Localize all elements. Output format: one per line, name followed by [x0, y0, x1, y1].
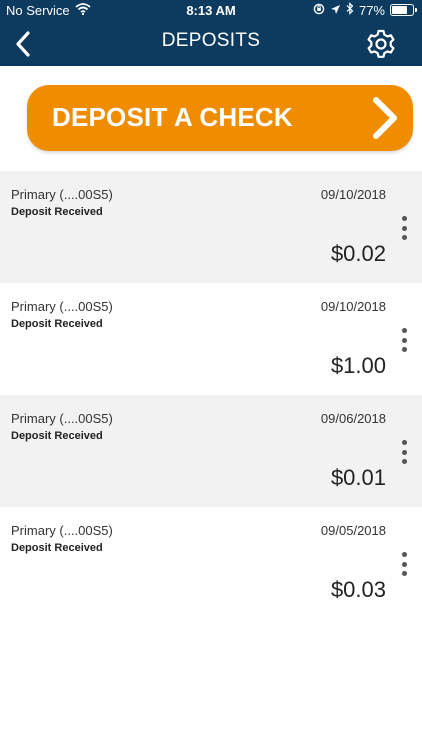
- nav-bar: DEPOSITS: [0, 22, 422, 66]
- more-options-icon[interactable]: [398, 552, 410, 576]
- deposit-amount: $0.02: [330, 241, 386, 266]
- gear-icon: [367, 29, 395, 58]
- deposit-check-button[interactable]: DEPOSIT A CHECK: [27, 85, 413, 151]
- location-arrow-icon: [330, 3, 341, 18]
- bluetooth-icon: [346, 2, 354, 18]
- deposit-list: Primary (....00S5) Deposit Received 09/1…: [0, 171, 422, 619]
- account-name: Primary (....00S5): [11, 187, 113, 202]
- deposit-row[interactable]: Primary (....00S5) Deposit Received 09/1…: [0, 171, 422, 283]
- status-bar: No Service 8:13 AM 77%: [0, 0, 422, 22]
- deposit-amount: $0.03: [330, 577, 386, 602]
- status-right: 77%: [313, 2, 417, 18]
- battery-icon: [390, 4, 417, 16]
- battery-level: [392, 6, 408, 14]
- settings-button[interactable]: [364, 27, 398, 61]
- deposit-status: Deposit Received: [11, 206, 103, 218]
- deposit-date: 09/05/2018: [320, 523, 386, 538]
- account-name: Primary (....00S5): [11, 411, 113, 426]
- battery-percent: 77%: [358, 2, 385, 18]
- deposit-date: 09/10/2018: [320, 299, 386, 314]
- deposit-row[interactable]: Primary (....00S5) Deposit Received 09/0…: [0, 395, 422, 507]
- chevron-right-icon: [373, 97, 397, 139]
- deposit-row[interactable]: Primary (....00S5) Deposit Received 09/1…: [0, 283, 422, 395]
- deposit-status: Deposit Received: [11, 430, 103, 442]
- more-options-icon[interactable]: [398, 216, 410, 240]
- deposit-status: Deposit Received: [11, 542, 103, 554]
- page-title: DEPOSITS: [161, 30, 261, 51]
- deposit-date: 09/06/2018: [320, 411, 386, 426]
- deposit-status: Deposit Received: [11, 318, 103, 330]
- app-header: No Service 8:13 AM 77% DEPOSITS: [0, 0, 422, 66]
- account-name: Primary (....00S5): [11, 299, 113, 314]
- deposit-check-label: DEPOSIT A CHECK: [52, 102, 293, 132]
- deposit-amount: $1.00: [330, 353, 386, 378]
- more-options-icon[interactable]: [398, 328, 410, 352]
- more-options-icon[interactable]: [398, 440, 410, 464]
- rotation-lock-icon: [313, 3, 325, 18]
- deposit-row[interactable]: Primary (....00S5) Deposit Received 09/0…: [0, 507, 422, 619]
- deposit-amount: $0.01: [330, 465, 386, 490]
- account-name: Primary (....00S5): [11, 523, 113, 538]
- deposit-date: 09/10/2018: [320, 187, 386, 202]
